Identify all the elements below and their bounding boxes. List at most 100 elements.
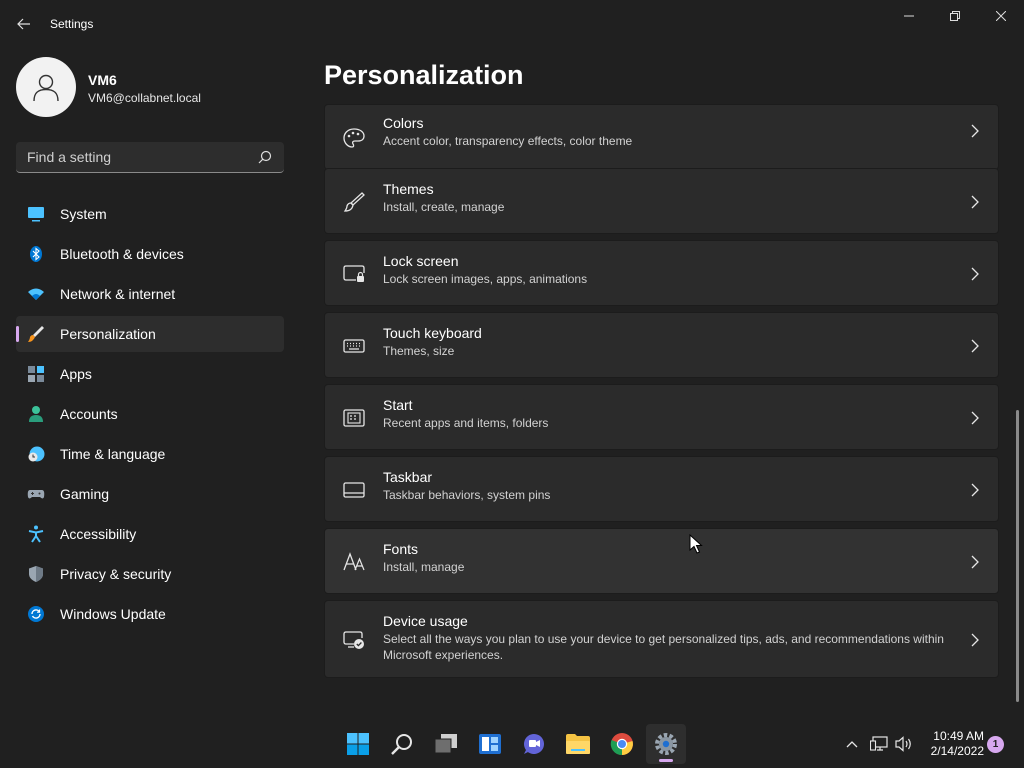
sidebar-item-label: Personalization: [60, 326, 156, 342]
chevron-right-icon: [971, 124, 979, 138]
task-view-icon: [434, 734, 457, 754]
card-title: Device usage: [383, 613, 468, 629]
search-icon[interactable]: [258, 150, 272, 164]
bluetooth-icon: [30, 246, 42, 262]
apps-icon: [28, 366, 44, 382]
chevron-right-icon: [971, 195, 979, 209]
card-description: Select all the ways you plan to use your…: [383, 632, 944, 662]
card-start[interactable]: Start Recent apps and items, folders: [324, 384, 999, 450]
minimize-button[interactable]: [886, 0, 932, 32]
taskbar-start-button[interactable]: [338, 724, 378, 764]
taskbar-widgets-button[interactable]: [470, 724, 510, 764]
sidebar-item-accessibility[interactable]: Accessibility: [16, 516, 284, 552]
card-title: Touch keyboard: [383, 325, 482, 341]
taskbar-task-view-button[interactable]: [426, 724, 466, 764]
taskbar-chrome-button[interactable]: [602, 724, 642, 764]
taskbar-file-explorer-button[interactable]: [558, 724, 598, 764]
sidebar-item-label: Time & language: [60, 446, 166, 462]
taskbar-icon: [343, 482, 365, 498]
page-title: Personalization: [324, 60, 524, 90]
sidebar-item-label: Accounts: [60, 406, 118, 422]
card-title: Lock screen: [383, 253, 459, 269]
card-description: Recent apps and items, folders: [383, 416, 549, 430]
palette-icon: [343, 128, 365, 148]
update-icon: [28, 606, 44, 622]
card-title: Start: [383, 397, 413, 413]
taskbar-clock[interactable]: 10:49 AM 2/14/2022: [922, 729, 984, 759]
search-icon: [391, 734, 412, 755]
taskbar-chat-button[interactable]: [514, 724, 554, 764]
back-button[interactable]: [10, 12, 38, 36]
chevron-up-icon: [846, 741, 858, 748]
taskbar-settings-button[interactable]: [646, 724, 686, 764]
avatar[interactable]: [16, 57, 76, 117]
notification-badge[interactable]: 1: [987, 736, 1004, 753]
tray-overflow-button[interactable]: [842, 734, 862, 754]
tray-network-button[interactable]: [869, 734, 889, 754]
chevron-right-icon: [971, 483, 979, 497]
lock-screen-icon: [343, 265, 365, 282]
card-description: Install, create, manage: [383, 200, 505, 214]
keyboard-icon: [343, 339, 365, 353]
sidebar-item-network[interactable]: Network & internet: [16, 276, 284, 312]
sidebar-item-label: Network & internet: [60, 286, 176, 302]
card-colors[interactable]: Colors Accent color, transparency effect…: [324, 104, 999, 170]
sidebar-item-privacy-security[interactable]: Privacy & security: [16, 556, 284, 592]
restore-button[interactable]: [932, 0, 978, 32]
system-icon: [28, 207, 44, 222]
sidebar-item-gaming[interactable]: Gaming: [16, 476, 284, 512]
close-icon: [996, 11, 1006, 21]
sidebar-item-windows-update[interactable]: Windows Update: [16, 596, 284, 632]
user-email: VM6@collabnet.local: [88, 91, 201, 105]
card-description: Taskbar behaviors, system pins: [383, 488, 551, 502]
card-device-usage[interactable]: Device usage Select all the ways you pla…: [324, 600, 999, 678]
file-explorer-icon: [566, 734, 590, 754]
accessibility-icon: [28, 525, 44, 543]
sidebar-item-apps[interactable]: Apps: [16, 356, 284, 392]
card-description: Themes, size: [383, 344, 455, 358]
user-name: VM6: [88, 72, 117, 88]
minimize-icon: [904, 15, 914, 17]
chevron-right-icon: [971, 411, 979, 425]
start-icon: [343, 409, 365, 427]
mouse-cursor-icon: [689, 534, 703, 554]
fonts-icon: [343, 552, 365, 571]
card-themes[interactable]: Themes Install, create, manage: [324, 168, 999, 234]
volume-icon: [895, 736, 911, 752]
card-description: Accent color, transparency effects, colo…: [383, 134, 633, 148]
app-title: Settings: [50, 17, 94, 31]
clock-date: 2/14/2022: [930, 744, 984, 758]
search-input[interactable]: [16, 142, 252, 172]
tray-volume-button[interactable]: [894, 734, 914, 754]
sidebar-item-accounts[interactable]: Accounts: [16, 396, 284, 432]
sidebar-item-time-language[interactable]: Time & language: [16, 436, 284, 472]
sidebar-item-personalization[interactable]: Personalization: [16, 316, 284, 352]
card-lock-screen[interactable]: Lock screen Lock screen images, apps, an…: [324, 240, 999, 306]
chrome-icon: [610, 733, 633, 756]
card-taskbar[interactable]: Taskbar Taskbar behaviors, system pins: [324, 456, 999, 522]
chevron-right-icon: [971, 555, 979, 569]
search-box[interactable]: [16, 142, 284, 173]
brush-icon: [343, 192, 365, 212]
card-description: Install, manage: [383, 560, 465, 574]
sidebar-item-label: Privacy & security: [60, 566, 172, 582]
wifi-icon: [28, 288, 44, 300]
sidebar-item-bluetooth[interactable]: Bluetooth & devices: [16, 236, 284, 272]
settings-list: Colors Accent color, transparency effect…: [324, 104, 1000, 688]
scrollbar-thumb[interactable]: [1016, 410, 1019, 702]
person-icon: [33, 74, 59, 102]
taskbar-search-button[interactable]: [382, 724, 422, 764]
card-touch-keyboard[interactable]: Touch keyboard Themes, size: [324, 312, 999, 378]
sidebar-item-system[interactable]: System: [16, 196, 284, 232]
brush-icon: [28, 326, 44, 342]
chevron-right-icon: [971, 339, 979, 353]
sidebar-item-label: Windows Update: [60, 606, 166, 622]
taskbar: [0, 720, 1024, 768]
close-button[interactable]: [978, 0, 1024, 32]
card-description: Lock screen images, apps, animations: [383, 272, 588, 286]
card-title: Themes: [383, 181, 434, 197]
card-fonts[interactable]: Fonts Install, manage: [324, 528, 999, 594]
gamepad-icon: [27, 490, 45, 499]
network-icon: [870, 736, 888, 751]
sidebar-item-label: Apps: [60, 366, 92, 382]
